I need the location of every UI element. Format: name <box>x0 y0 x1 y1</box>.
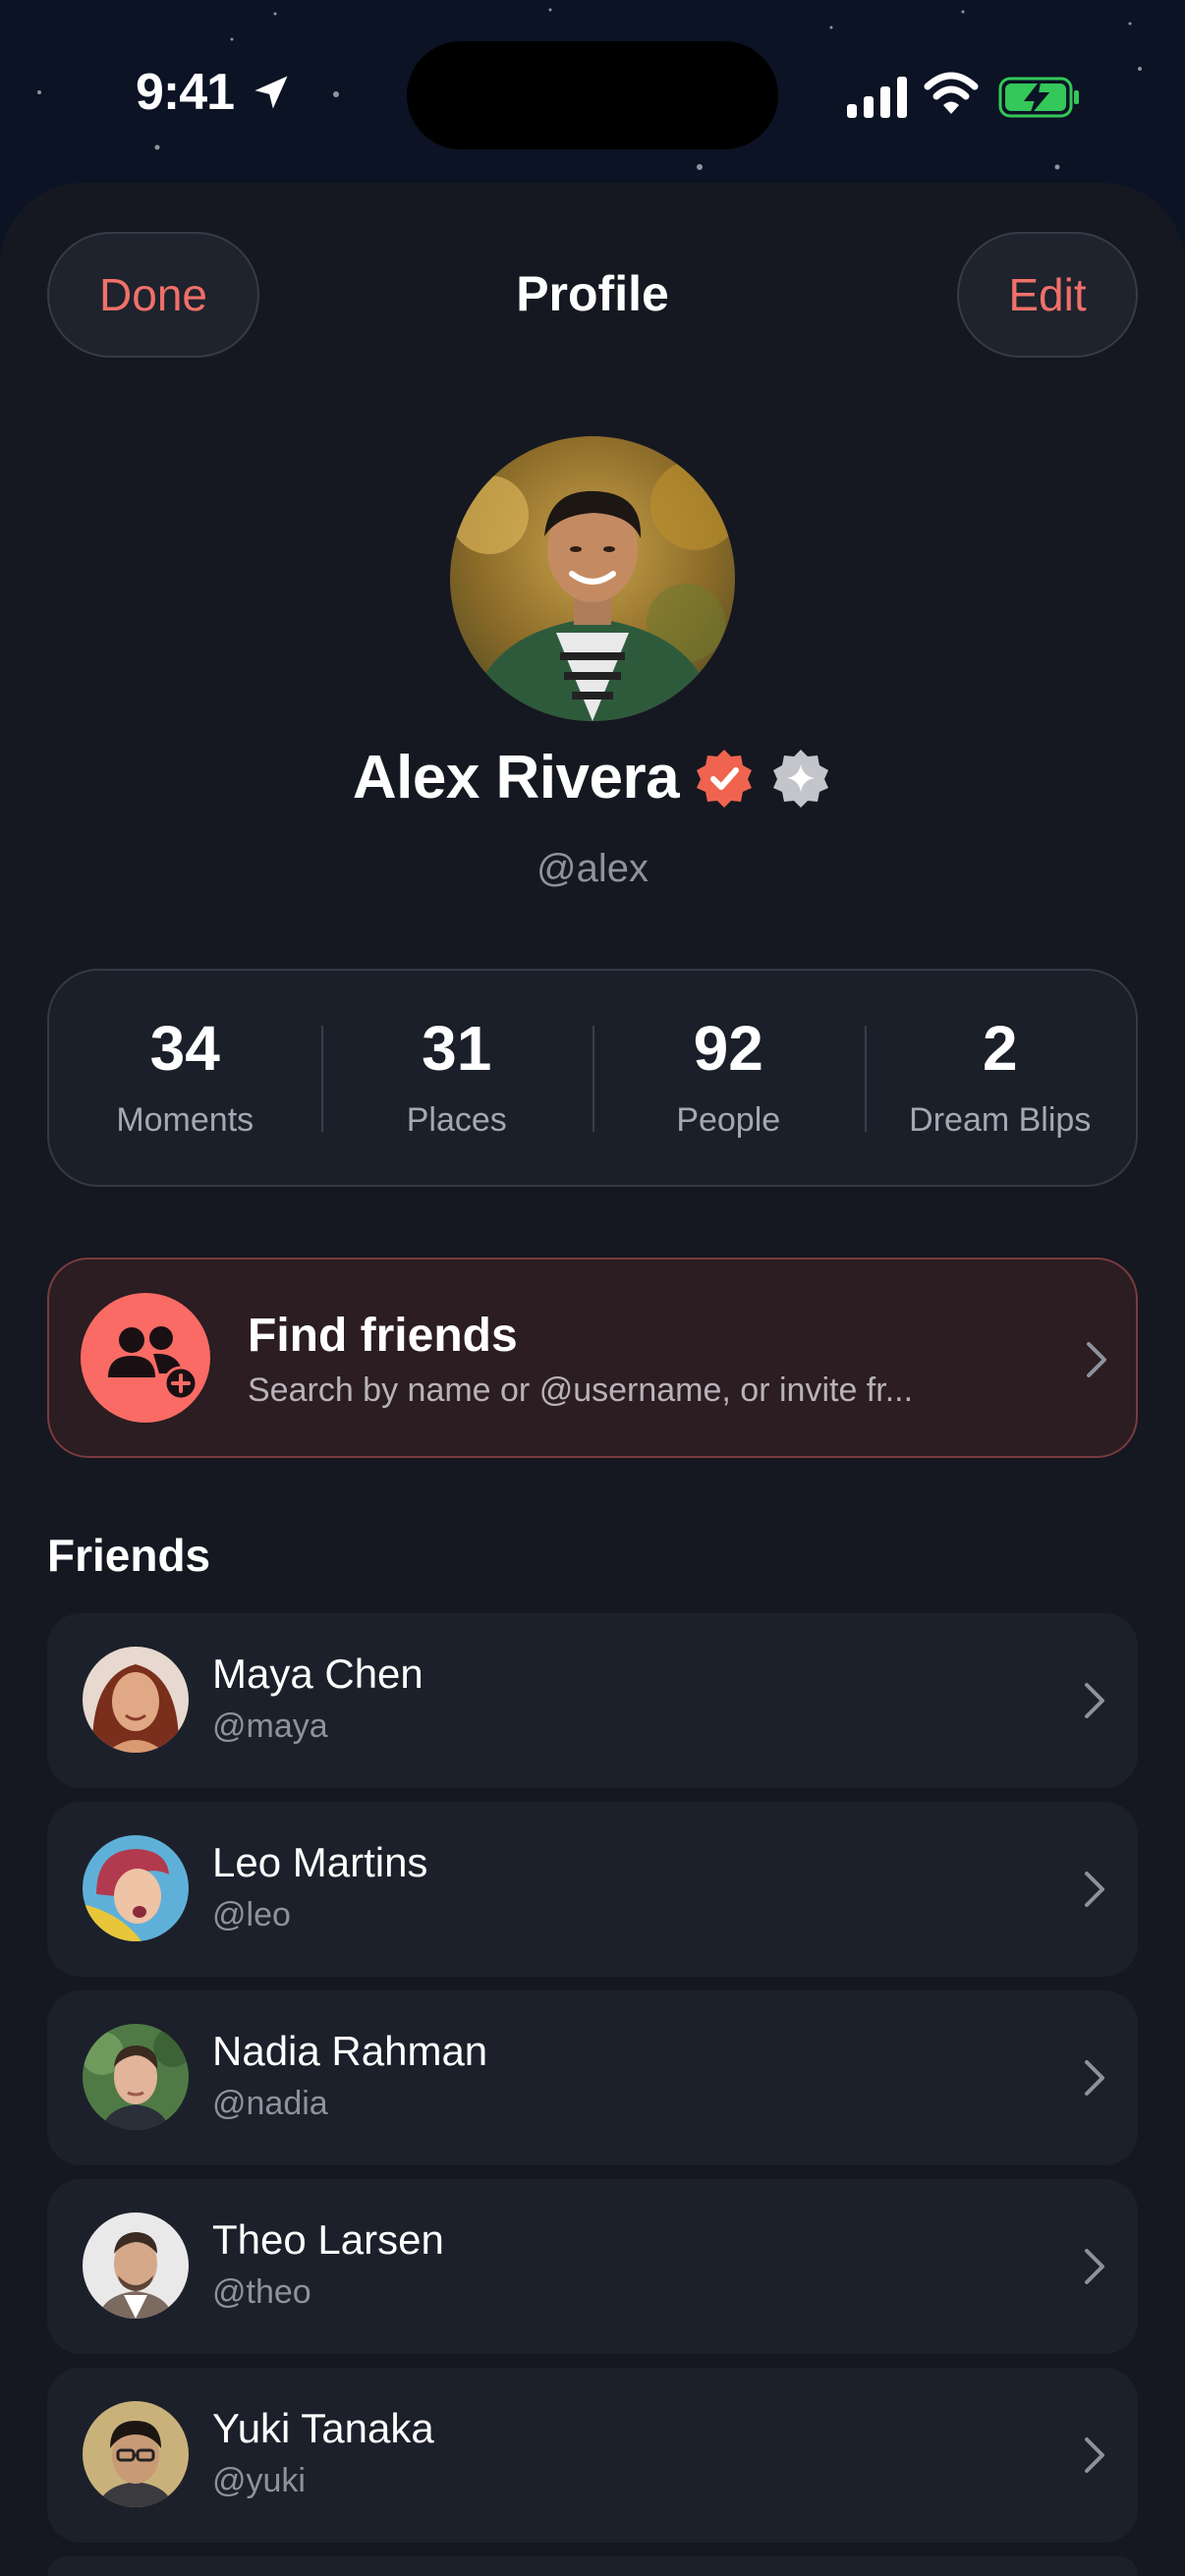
chevron-right-icon <box>1087 1342 1106 1377</box>
stat-places[interactable]: 31 Places <box>320 971 593 1185</box>
verified-badge-icon <box>697 749 753 808</box>
friend-handle: @leo <box>212 1896 291 1933</box>
friend-handle: @maya <box>212 1708 328 1745</box>
stat-dream-blips[interactable]: 2 Dream Blips <box>864 971 1137 1185</box>
friend-avatar <box>83 2212 189 2319</box>
friend-row-partial[interactable] <box>47 2556 1138 2576</box>
chevron-right-icon <box>1085 1872 1104 1907</box>
friend-avatar <box>83 2401 189 2507</box>
sparkle-badge-icon <box>773 749 829 808</box>
status-bar: 9:41 <box>0 0 1185 187</box>
stat-label: Dream Blips <box>909 1100 1092 1139</box>
dynamic-island <box>407 41 778 149</box>
wifi-icon <box>924 72 979 114</box>
find-friends-subtitle: Search by name or @username, or invite f… <box>248 1372 914 1409</box>
friend-handle: @yuki <box>212 2462 306 2499</box>
stat-value: 34 <box>149 1012 220 1084</box>
friend-row[interactable]: Theo Larsen @theo <box>47 2179 1138 2354</box>
friend-handle: @theo <box>212 2273 311 2311</box>
stat-value: 92 <box>693 1012 763 1084</box>
edit-button[interactable]: Edit <box>957 232 1138 358</box>
cellular-signal-icon <box>847 77 907 118</box>
stat-moments[interactable]: 34 Moments <box>49 971 321 1185</box>
friend-avatar <box>83 1835 189 1941</box>
stat-value: 2 <box>982 1012 1018 1084</box>
friend-name: Yuki Tanaka <box>212 2405 434 2451</box>
profile-avatar[interactable] <box>450 436 735 721</box>
friend-handle: @nadia <box>212 2085 328 2122</box>
profile-handle: @alex <box>536 847 649 890</box>
location-arrow-icon <box>254 76 288 109</box>
chevron-right-icon <box>1085 2249 1104 2284</box>
friend-name: Theo Larsen <box>212 2216 444 2263</box>
status-time: 9:41 <box>136 64 235 121</box>
friend-row[interactable]: Nadia Rahman @nadia <box>47 1990 1138 2165</box>
profile-name: Alex Rivera <box>352 744 680 812</box>
stat-label: Places <box>406 1100 507 1139</box>
friend-name: Nadia Rahman <box>212 2028 488 2074</box>
chevron-right-icon <box>1085 2060 1104 2096</box>
find-friends-card[interactable]: Find friends Search by name or @username… <box>47 1258 1138 1458</box>
chevron-right-icon <box>1085 2437 1104 2473</box>
friend-name: Leo Martins <box>212 1839 428 1885</box>
stats-card: 34 Moments 31 Places 92 People 2 Dream B… <box>47 969 1138 1187</box>
friend-avatar <box>83 2024 189 2130</box>
friend-avatar <box>83 1647 189 1753</box>
friend-row[interactable]: Yuki Tanaka @yuki <box>47 2368 1138 2543</box>
stat-people[interactable]: 92 People <box>592 971 865 1185</box>
friend-row[interactable]: Maya Chen @maya <box>47 1613 1138 1788</box>
friend-name: Maya Chen <box>212 1651 423 1697</box>
chevron-right-icon <box>1085 1683 1104 1718</box>
stat-label: People <box>676 1100 781 1139</box>
friends-section-title: Friends <box>47 1530 211 1581</box>
battery-charging-icon <box>998 77 1079 118</box>
profile-name-row: Alex Rivera <box>0 743 1185 812</box>
stat-value: 31 <box>422 1012 492 1084</box>
stat-label: Moments <box>116 1100 254 1139</box>
friend-row[interactable]: Leo Martins @leo <box>47 1802 1138 1977</box>
find-friends-title: Find friends <box>248 1310 518 1362</box>
add-friends-icon <box>81 1293 210 1423</box>
